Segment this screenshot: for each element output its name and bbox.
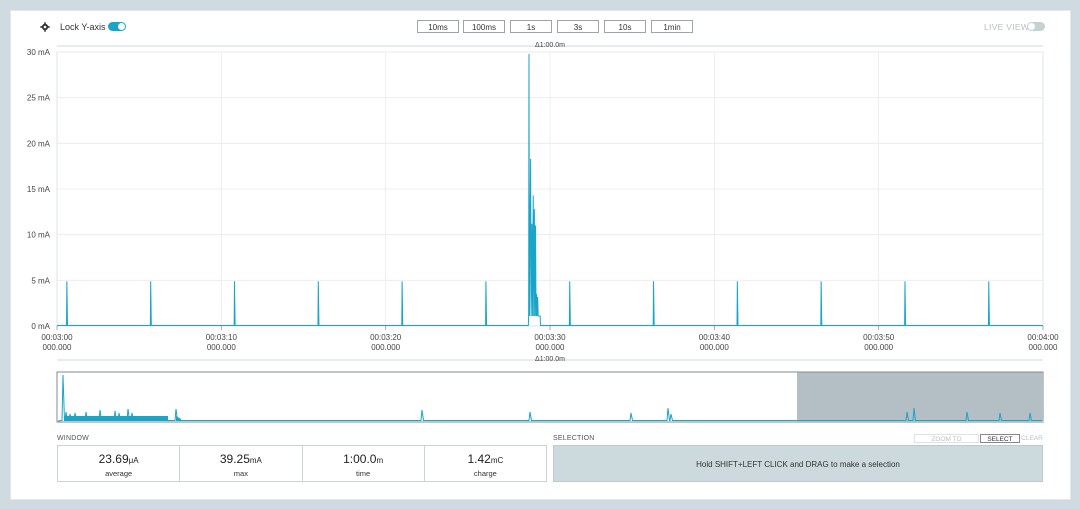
charge-label: charge <box>473 469 497 478</box>
stat-time: 1:00.0m time <box>303 446 425 481</box>
time-label: time <box>356 469 371 478</box>
average-value: 23.69 <box>98 452 129 466</box>
charge-unit: mC <box>490 456 504 465</box>
zoom-to-selection-button[interactable]: ZOOM TO SELECTION <box>914 434 979 452</box>
x-tick-sublabel: 000.000 <box>371 343 400 352</box>
y-tick-label: 15 mA <box>27 185 51 194</box>
x-tick-label: 00:03:10 <box>206 333 238 342</box>
x-tick-sublabel: 000.000 <box>864 343 893 352</box>
time-unit: m <box>376 456 384 465</box>
x-tick-sublabel: 000.000 <box>1029 343 1058 352</box>
x-tick-label: 00:03:40 <box>699 333 731 342</box>
current-chart[interactable]: Δ1:00.0m 0 mA 5 mA 10 mA 15 mA 20 mA 25 mA 30 … <box>0 0 1080 370</box>
bottom-delta-label: Δ1:00.0m <box>535 356 565 363</box>
average-label: average <box>105 469 133 478</box>
stat-max: 39.25mA max <box>180 446 303 481</box>
x-tick-label: 00:03:30 <box>534 333 566 342</box>
overview-scrubber[interactable] <box>57 372 1043 422</box>
time-value: 1:00.0 <box>343 452 377 466</box>
y-tick-label: 0 mA <box>31 322 50 331</box>
y-tick-label: 25 mA <box>27 94 51 103</box>
x-tick-label: 00:03:00 <box>41 333 73 342</box>
x-tick-label: 00:04:00 <box>1027 333 1059 342</box>
y-tick-label: 30 mA <box>27 48 51 57</box>
average-unit: μA <box>128 456 139 465</box>
y-tick-label: 20 mA <box>27 139 51 148</box>
y-tick-label: 10 mA <box>27 231 51 240</box>
max-label: max <box>233 469 248 478</box>
selection-section-title: SELECTION <box>553 435 595 442</box>
stat-charge: 1.42mC charge <box>425 446 546 481</box>
selection-hint-box[interactable]: Hold SHIFT+LEFT CLICK and DRAG to make a… <box>553 445 1043 482</box>
x-tick-sublabel: 000.000 <box>43 343 72 352</box>
x-tick-sublabel: 000.000 <box>700 343 729 352</box>
x-tick-label: 00:03:50 <box>863 333 895 342</box>
x-tick-label: 00:03:20 <box>370 333 402 342</box>
max-value: 39.25 <box>219 452 250 466</box>
x-tick-sublabel: 000.000 <box>207 343 236 352</box>
window-section-title: WINDOW <box>57 435 89 442</box>
top-delta-label: Δ1:00.0m <box>535 42 565 49</box>
charge-value: 1.42 <box>467 452 491 466</box>
max-unit: mA <box>249 456 262 465</box>
stat-average: 23.69μA average <box>58 446 181 481</box>
clear-selection-button[interactable]: CLEAR <box>1021 434 1043 443</box>
select-all-button[interactable]: SELECT ALL <box>980 434 1020 452</box>
window-stats: 23.69μA average 39.25mA max 1:00.0m time… <box>57 445 547 482</box>
x-tick-sublabel: 000.000 <box>536 343 565 352</box>
y-tick-label: 5 mA <box>31 276 50 285</box>
